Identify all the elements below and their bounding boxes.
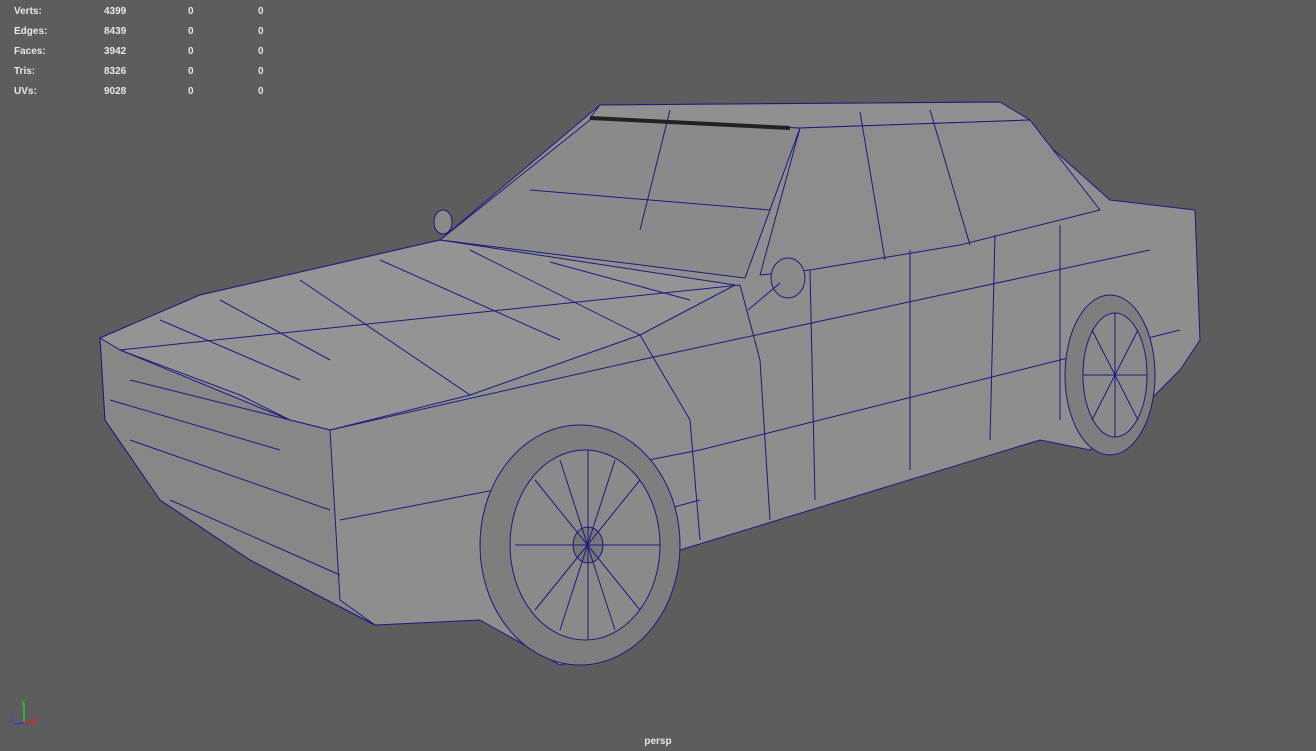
hud-label: Edges: bbox=[14, 25, 48, 37]
axis-z-label: z bbox=[10, 715, 14, 724]
hud-row-edges: Edges: 8439 0 0 bbox=[14, 21, 288, 41]
hud-value: 0 bbox=[188, 5, 194, 17]
hud-value: 8439 bbox=[104, 25, 127, 37]
car-mesh[interactable] bbox=[99, 101, 1201, 666]
hud-label: Tris: bbox=[14, 65, 36, 77]
axis-x-label: x bbox=[35, 714, 39, 723]
hud-value: 4399 bbox=[104, 5, 127, 17]
hud-value: 9028 bbox=[104, 85, 127, 97]
hud-value: 0 bbox=[258, 5, 264, 17]
hud-value: 0 bbox=[258, 65, 264, 77]
hud-label: Verts: bbox=[14, 5, 42, 17]
front-wheel bbox=[479, 424, 681, 666]
hud-row-uvs: UVs: 9028 0 0 bbox=[14, 81, 288, 101]
axis-y-label: y bbox=[21, 697, 25, 706]
hud-value: 3942 bbox=[104, 45, 127, 57]
hud-value: 0 bbox=[258, 45, 264, 57]
poly-count-hud: Verts: 4399 0 0 Edges: 8439 0 0 Faces: 3942 0 0 T… bbox=[14, 1, 288, 101]
hud-value: 0 bbox=[188, 45, 194, 57]
hud-value: 0 bbox=[258, 85, 264, 97]
hud-row-verts: Verts: 4399 0 0 bbox=[14, 1, 288, 21]
hud-value: 0 bbox=[258, 25, 264, 37]
axis-gizmo-icon: y x z bbox=[10, 697, 39, 725]
front-mirror bbox=[433, 209, 453, 235]
hud-value: 8326 bbox=[104, 65, 127, 77]
hud-label: UVs: bbox=[14, 85, 37, 97]
hud-value: 0 bbox=[188, 65, 194, 77]
hud-row-faces: Faces: 3942 0 0 bbox=[14, 41, 288, 61]
rear-wheel bbox=[1064, 294, 1156, 456]
hud-value: 0 bbox=[188, 85, 194, 97]
hud-value: 0 bbox=[188, 25, 194, 37]
hud-row-tris: Tris: 8326 0 0 bbox=[14, 61, 288, 81]
camera-label: persp bbox=[644, 736, 672, 747]
viewport-persp[interactable] bbox=[0, 0, 1316, 751]
hud-label: Faces: bbox=[14, 45, 46, 57]
